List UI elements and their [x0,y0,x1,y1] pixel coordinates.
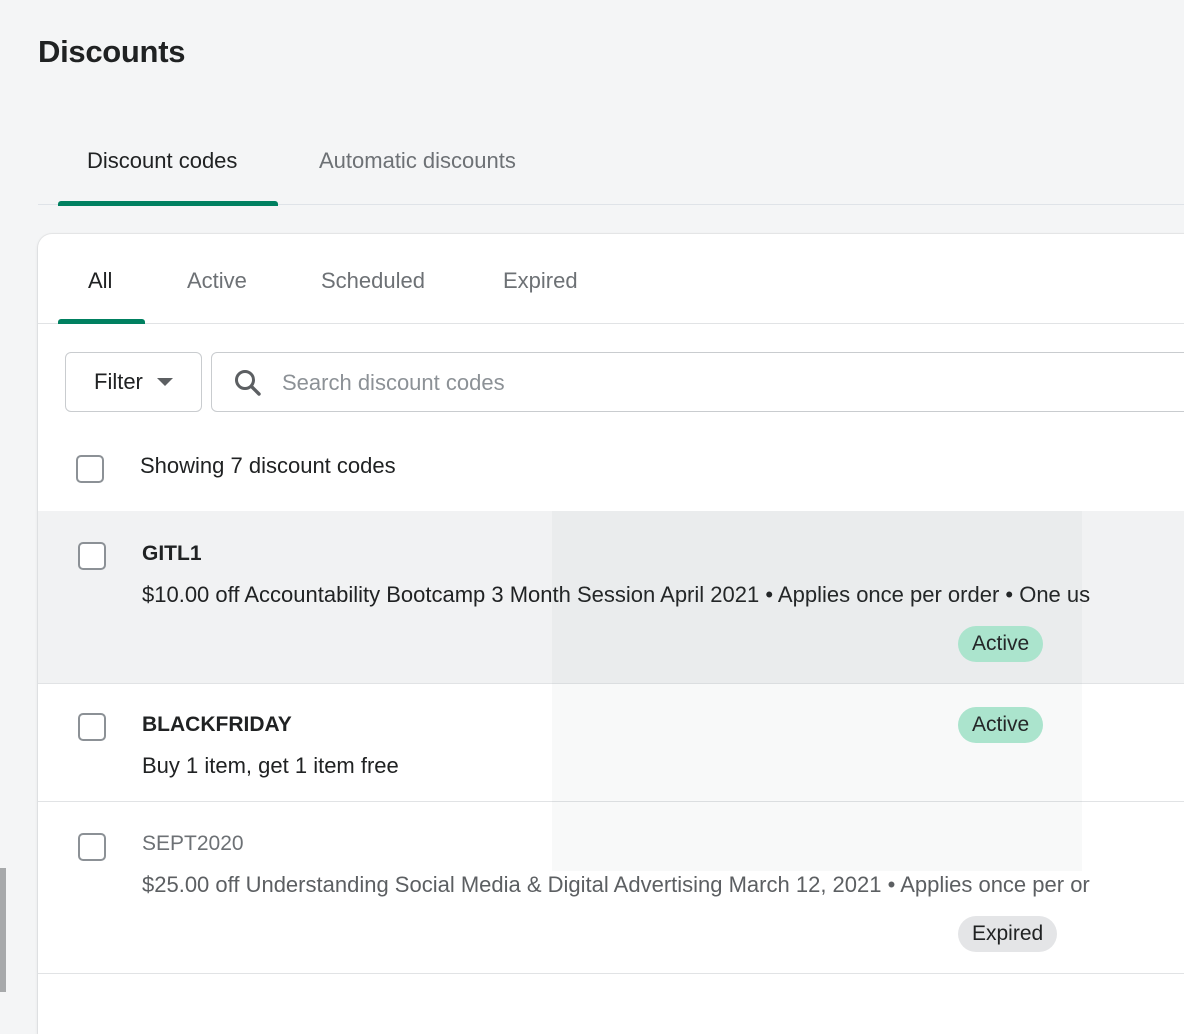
search-input[interactable] [280,361,1184,405]
row-checkbox[interactable] [78,713,106,741]
discount-row[interactable]: GITL1 $10.00 off Accountability Bootcamp… [38,511,1184,684]
showing-count: Showing 7 discount codes [140,453,396,478]
tab-scheduled[interactable]: Scheduled [321,268,425,294]
tab-expired[interactable]: Expired [503,268,578,294]
active-tab-indicator [58,201,278,206]
discounts-card: All Active Scheduled Expired Filter Show… [38,234,1184,1034]
discount-code: BLACKFRIDAY [142,713,292,736]
discount-code: GITL1 [142,542,202,565]
discount-description: $25.00 off Understanding Social Media & … [142,872,1090,897]
tab-active[interactable]: Active [187,268,247,294]
search-box[interactable] [211,352,1184,412]
status-badge: Active [958,626,1044,662]
search-icon [235,370,261,396]
discount-description: $10.00 off Accountability Bootcamp 3 Mon… [142,582,1091,607]
select-all-row: Showing 7 discount codes [38,439,1184,512]
discount-row[interactable]: BLACKFRIDAY Buy 1 item, get 1 item free … [38,683,1184,802]
discount-code: SEPT2020 [142,832,244,855]
page-title: Discounts [38,34,186,69]
tab-all[interactable]: All [88,268,112,294]
status-badge: Active [958,707,1044,743]
discount-type-tabs: Discount codes Automatic discounts [38,128,1184,206]
filter-label: Filter [94,369,143,394]
filter-button[interactable]: Filter [65,352,202,412]
discount-row[interactable]: SEPT2020 $25.00 off Understanding Social… [38,801,1184,974]
row-checkbox[interactable] [78,542,106,570]
active-status-indicator [58,319,145,324]
window-edge [0,868,6,992]
tab-discount-codes[interactable]: Discount codes [87,148,237,174]
discount-description: Buy 1 item, get 1 item free [142,753,399,778]
row-checkbox[interactable] [78,833,106,861]
select-all-checkbox[interactable] [76,455,104,483]
tab-automatic-discounts[interactable]: Automatic discounts [319,148,516,174]
status-badge: Expired [958,916,1058,952]
caret-down-icon [156,378,173,386]
status-filter-tabs: All Active Scheduled Expired [38,234,1184,324]
